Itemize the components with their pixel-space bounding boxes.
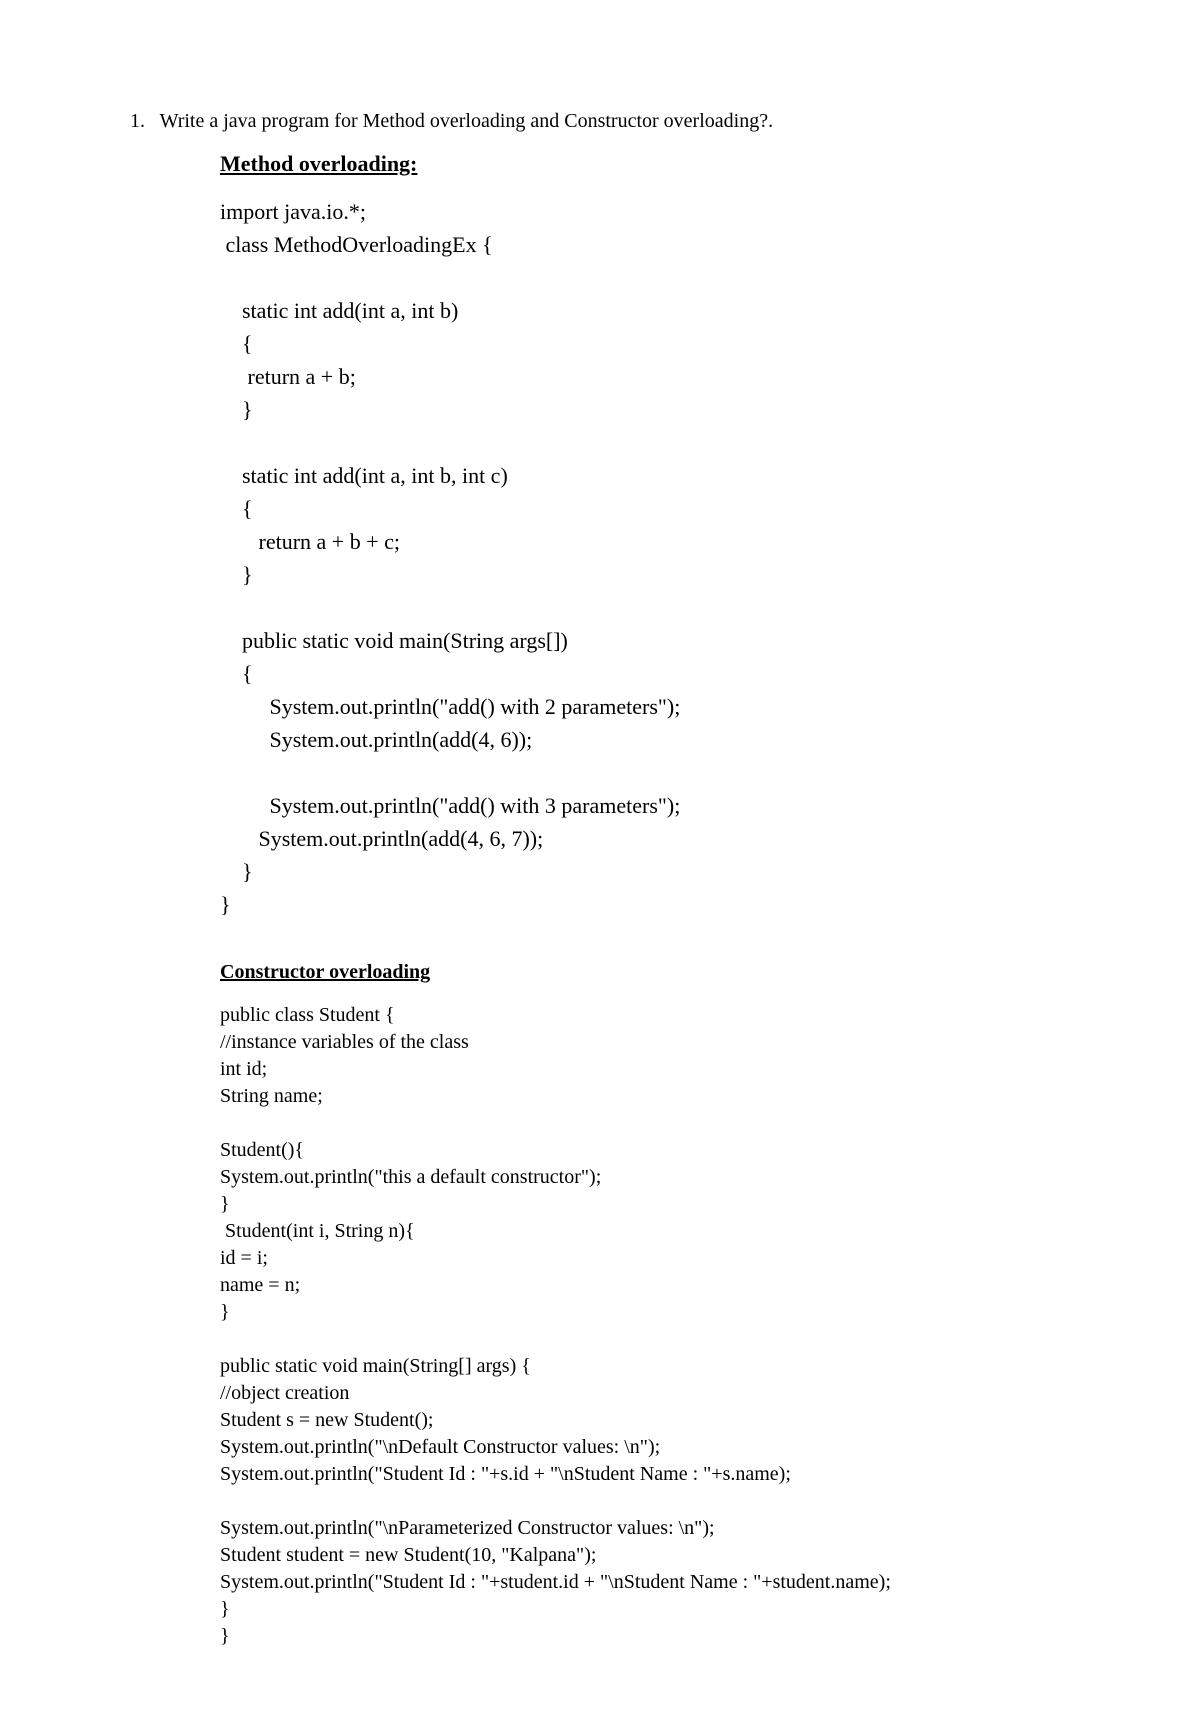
question-line: 1. Write a java program for Method overl… bbox=[130, 110, 1070, 133]
method-overloading-code: import java.io.*; class MethodOverloadin… bbox=[220, 195, 1070, 921]
question-text: Write a java program for Method overload… bbox=[160, 110, 773, 132]
constructor-overloading-heading: Constructor overloading bbox=[220, 961, 1070, 984]
document-page: 1. Write a java program for Method overl… bbox=[0, 0, 1200, 1710]
question-number: 1. bbox=[130, 110, 145, 133]
method-overloading-heading: Method overloading: bbox=[220, 151, 1070, 177]
